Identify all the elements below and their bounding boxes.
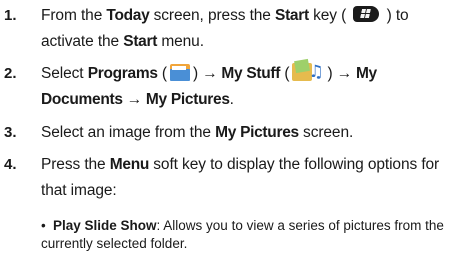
- step-number: 3.: [4, 124, 17, 141]
- text-run: Select: [41, 65, 88, 82]
- start-label: Start: [123, 33, 158, 50]
- step-number: 4.: [4, 156, 17, 173]
- programs-folder-icon: [169, 61, 191, 83]
- windows-start-key-icon: [353, 5, 380, 22]
- text-run: ): [327, 65, 337, 82]
- documents-label: Documents: [41, 91, 127, 108]
- text-run: (: [280, 65, 290, 82]
- step-line: Documents → My Pictures.: [41, 87, 462, 113]
- step-text: Press the Menu soft key to display the f…: [41, 152, 462, 204]
- text-run: soft key to display the following option…: [149, 156, 440, 173]
- arrow-glyph: →: [126, 91, 143, 108]
- step-line: Select Programs () → My Stuff (♫) → My: [41, 58, 462, 87]
- text-run: (: [157, 65, 167, 82]
- bullet-continuation: currently selected folder.: [41, 235, 461, 253]
- text-run: screen, press the: [149, 7, 276, 24]
- step-number: 2.: [4, 65, 17, 82]
- step-line: From the Today screen, press the Start k…: [41, 3, 462, 29]
- instruction-page: 1. From the Today screen, press the Star…: [0, 0, 470, 280]
- text-run: screen.: [298, 124, 354, 141]
- step-text: From the Today screen, press the Start k…: [41, 3, 462, 55]
- text-run: currently selected folder.: [41, 236, 188, 251]
- step-line: Select an image from the My Pictures scr…: [41, 120, 462, 146]
- text-run: menu.: [157, 33, 204, 50]
- play-slide-show-label: Play Slide Show: [53, 218, 157, 233]
- menu-label: Menu: [109, 156, 150, 173]
- my-stuff-folder-icon: ♫: [291, 58, 325, 84]
- text-run: Press the: [41, 156, 110, 173]
- arrow-glyph: →: [202, 65, 218, 82]
- text-run: .: [229, 91, 234, 108]
- start-label: Start: [275, 7, 309, 24]
- my-stuff-label: My Stuff: [217, 65, 281, 82]
- step-text: Select Programs () → My Stuff (♫) → My D…: [41, 58, 462, 113]
- today-label: Today: [106, 7, 150, 24]
- arrow-glyph: →: [336, 65, 353, 82]
- text-run: key (: [308, 7, 351, 24]
- text-run: From the: [41, 7, 107, 24]
- text-run: that image:: [41, 182, 117, 199]
- text-run: Select an image from the: [41, 124, 216, 141]
- step-number: 1.: [4, 7, 17, 24]
- step-line: activate the Start menu.: [41, 29, 462, 55]
- programs-label: Programs: [87, 65, 158, 82]
- my-pictures-label: My Pictures: [141, 91, 230, 108]
- text-run: : Allows you to view a series of picture…: [156, 218, 444, 233]
- my-pictures-label: My Pictures: [215, 124, 299, 141]
- step-line: Press the Menu soft key to display the f…: [41, 152, 462, 178]
- step-line: that image:: [41, 178, 462, 204]
- bullet-text: Play Slide Show: Allows you to view a se…: [53, 217, 461, 235]
- bullet-dot: •: [41, 218, 46, 233]
- my-label: My: [351, 65, 377, 82]
- text-run: ): [192, 65, 203, 82]
- step-text: Select an image from the My Pictures scr…: [41, 120, 462, 146]
- text-run: ) to: [382, 7, 409, 24]
- text-run: activate the: [41, 33, 124, 50]
